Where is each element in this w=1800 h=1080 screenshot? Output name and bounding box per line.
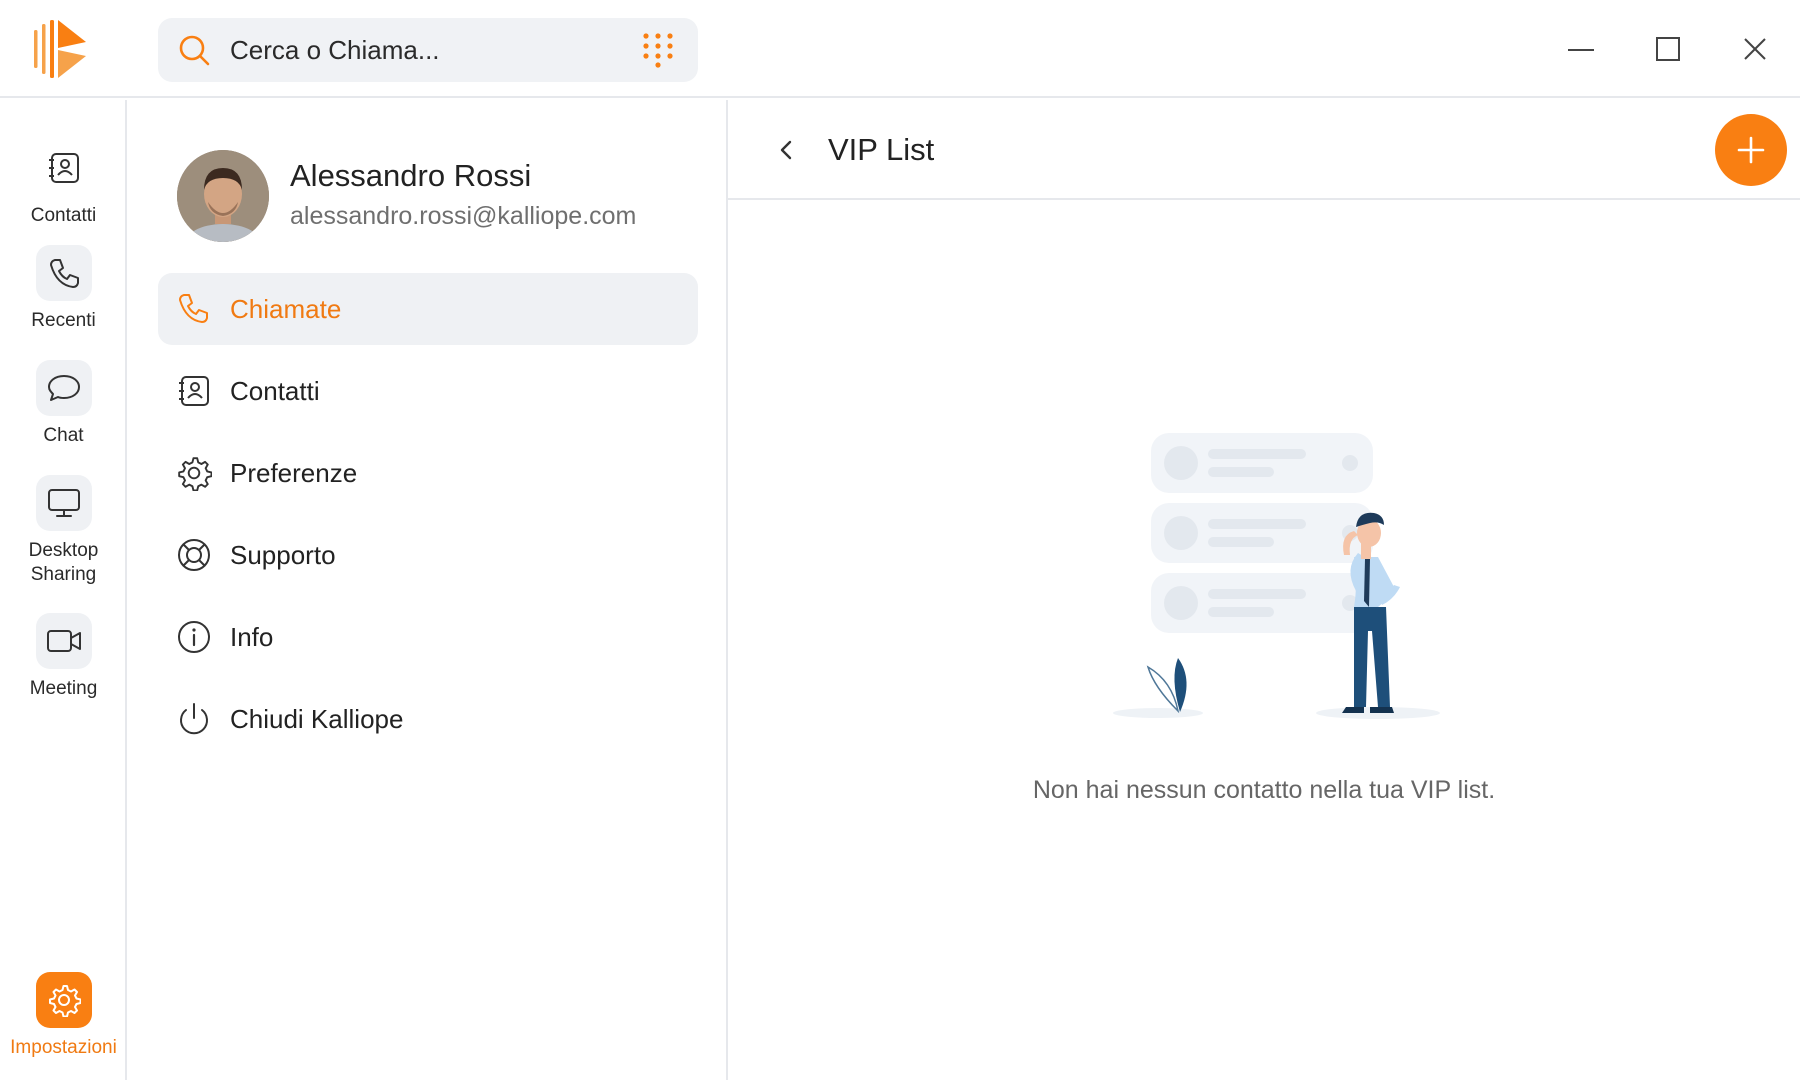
menu-item-label: Preferenze [230, 458, 358, 488]
rail-icon-wrap [35, 613, 92, 669]
rail-icon-wrap [35, 360, 92, 416]
rail-item-impostazioni[interactable]: Impostazioni [0, 972, 127, 1060]
gear-icon [178, 457, 212, 491]
video-camera-icon [46, 630, 81, 652]
empty-state-message: Non hai nessun contatto nella tua VIP li… [1032, 776, 1496, 804]
menu-item-label: Supporto [230, 540, 336, 570]
vip-list-view: VIP List Non hai nessun contatto nella t… [728, 100, 1800, 1080]
settings-panel: Alessandro Rossi alessandro.rossi@kallio… [127, 100, 728, 1080]
rail-item-recenti[interactable]: Recenti [0, 245, 127, 333]
navigation-rail: Contatti Recenti Chat Desktop Sharing Me… [0, 100, 127, 1080]
rail-label: Meeting [29, 678, 98, 699]
rail-item-meeting[interactable]: Meeting [0, 613, 127, 701]
menu-item-label: Chiamate [230, 294, 342, 324]
menu-item-label: Info [230, 622, 274, 652]
rail-item-contatti[interactable]: Contatti [0, 140, 127, 228]
search-bar[interactable]: Cerca o Chiama... [158, 18, 698, 82]
menu-item-chiudi-kalliope[interactable]: Chiudi Kalliope [158, 683, 698, 755]
profile-email: alessandro.rossi@kalliope.com [290, 202, 637, 230]
menu-item-supporto[interactable]: Supporto [158, 519, 698, 591]
rail-item-chat[interactable]: Chat [0, 360, 127, 448]
add-vip-button[interactable] [1715, 114, 1787, 186]
rail-label-line2: Sharing [30, 564, 97, 585]
rail-label: Desktop Sharing [0, 539, 127, 587]
plus-icon [1737, 136, 1765, 164]
menu-item-chiamate[interactable]: Chiamate [158, 273, 698, 345]
kalliope-logo [30, 18, 94, 80]
dialpad-icon[interactable] [640, 32, 676, 68]
menu-item-label: Contatti [230, 376, 320, 406]
power-icon [180, 703, 208, 735]
content-header: VIP List [728, 100, 1800, 200]
lifebuoy-icon [178, 539, 210, 571]
profile-name: Alessandro Rossi [290, 158, 532, 193]
search-input[interactable]: Cerca o Chiama... [230, 18, 440, 82]
rail-icon-wrap [35, 475, 92, 531]
avatar [177, 150, 269, 242]
phone-icon [179, 294, 208, 323]
minimize-icon[interactable] [1556, 24, 1606, 74]
phone-icon [49, 259, 79, 288]
menu-item-preferenze[interactable]: Preferenze [158, 437, 698, 509]
menu-item-contatti[interactable]: Contatti [158, 355, 698, 427]
menu-item-label: Chiudi Kalliope [230, 704, 404, 734]
rail-label-line1: Desktop [28, 540, 99, 561]
search-icon [179, 35, 210, 66]
chat-bubble-icon [47, 375, 80, 401]
contacts-book-icon [48, 153, 79, 183]
menu-item-info[interactable]: Info [158, 601, 698, 673]
rail-label: Impostazioni [10, 1037, 117, 1058]
info-icon [178, 621, 210, 653]
close-icon[interactable] [1730, 24, 1780, 74]
rail-item-desktop-sharing[interactable]: Desktop Sharing [0, 475, 127, 587]
chevron-left-icon[interactable] [770, 134, 802, 166]
rail-label: Recenti [31, 310, 96, 331]
empty-state-illustration [1113, 433, 1440, 719]
rail-label: Contatti [30, 205, 97, 226]
gear-icon [48, 985, 81, 1017]
title-bar: Cerca o Chiama... [0, 0, 1800, 98]
rail-icon-wrap [35, 972, 92, 1028]
page-title: VIP List [828, 132, 935, 167]
rail-icon-wrap [36, 140, 92, 196]
contacts-book-icon [179, 376, 209, 406]
rail-label: Chat [43, 425, 84, 446]
monitor-icon [47, 489, 80, 517]
rail-icon-wrap [35, 245, 92, 301]
maximize-icon[interactable] [1643, 24, 1693, 74]
